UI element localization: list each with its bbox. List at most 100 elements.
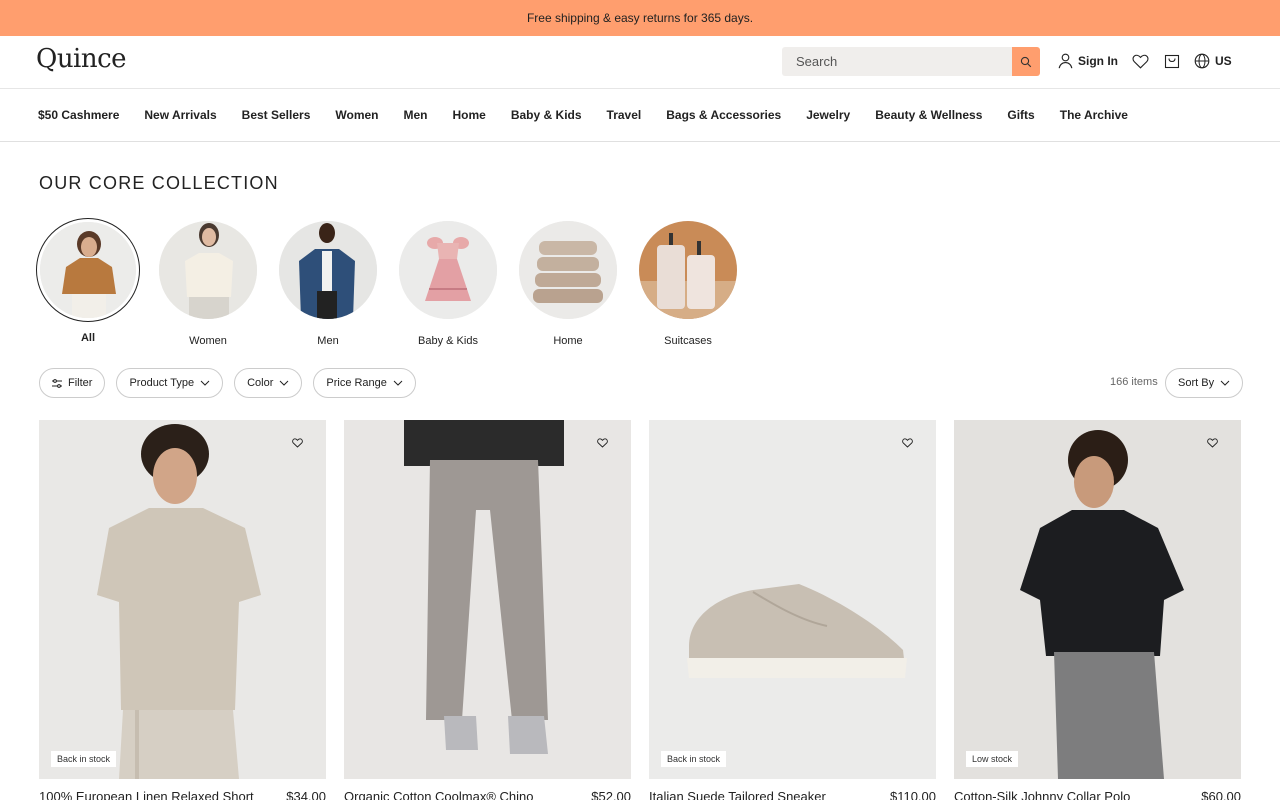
nav-item-gifts[interactable]: Gifts: [1007, 108, 1034, 122]
category-image-frame: [159, 221, 257, 319]
promo-text: Free shipping & easy returns for 365 day…: [526, 11, 754, 25]
category-image-frame: [639, 221, 737, 319]
product-meta: 100% European Linen Relaxed Short $34.00: [39, 789, 326, 800]
category-all-image: [40, 222, 136, 318]
category-home-image: [519, 221, 617, 319]
product-type-dropdown[interactable]: Product Type: [116, 368, 224, 398]
category-image-frame: [36, 218, 140, 322]
nav-item-beauty-wellness[interactable]: Beauty & Wellness: [875, 108, 982, 122]
search-input[interactable]: [782, 47, 1012, 76]
chevron-down-icon: [1220, 380, 1230, 386]
search-icon: [1020, 56, 1032, 67]
nav-item-baby-kids[interactable]: Baby & Kids: [511, 108, 582, 122]
product-meta: Italian Suede Tailored Sneaker $110.00: [649, 789, 936, 800]
nav-item-best-sellers[interactable]: Best Sellers: [242, 108, 311, 122]
color-label: Color: [247, 377, 274, 389]
product-name[interactable]: Organic Cotton Coolmax® Chino: [344, 789, 534, 800]
quince-logo[interactable]: Quince: [36, 44, 127, 74]
nav-item-jewelry[interactable]: Jewelry: [806, 108, 850, 122]
product-meta: Cotton-Silk Johnny Collar Polo $60.00: [954, 789, 1241, 800]
nav-item-new-arrivals[interactable]: New Arrivals: [144, 108, 216, 122]
price-range-dropdown[interactable]: Price Range: [313, 368, 416, 398]
category-suitcases[interactable]: Suitcases: [636, 218, 740, 347]
category-label: Suitcases: [664, 335, 712, 347]
stock-badge: Back in stock: [661, 751, 727, 767]
category-women-image: [159, 221, 257, 319]
product-price: $52.00: [591, 789, 631, 800]
category-all[interactable]: All: [36, 218, 140, 347]
product-card[interactable]: Organic Cotton Coolmax® Chino $52.00: [344, 420, 631, 800]
product-name[interactable]: 100% European Linen Relaxed Short: [39, 789, 254, 800]
heart-icon: [292, 438, 303, 448]
category-baby-kids[interactable]: Baby & Kids: [396, 218, 500, 347]
nav-item-cashmere[interactable]: $50 Cashmere: [38, 108, 119, 122]
color-dropdown[interactable]: Color: [234, 368, 303, 398]
cart-button[interactable]: [1164, 53, 1180, 69]
product-grid: Back in stock 100% European Linen Relaxe…: [39, 420, 1259, 800]
search-bar: [782, 47, 1040, 76]
product-meta: Organic Cotton Coolmax® Chino $52.00: [344, 789, 631, 800]
nav-item-home[interactable]: Home: [453, 108, 486, 122]
items-count: 166 items: [1110, 376, 1158, 388]
favorite-button[interactable]: [597, 438, 611, 452]
category-label: All: [80, 332, 96, 344]
chevron-down-icon: [280, 380, 289, 386]
filter-bar: Filter Product Type Color Price Range: [39, 368, 427, 398]
favorite-button[interactable]: [1207, 438, 1221, 452]
nav-item-archive[interactable]: The Archive: [1060, 108, 1128, 122]
category-label: Women: [189, 335, 227, 347]
region-button[interactable]: US: [1194, 53, 1232, 69]
favorite-button[interactable]: [902, 438, 916, 452]
category-image-frame: [519, 221, 617, 319]
sign-in-button[interactable]: Sign In: [1058, 53, 1118, 69]
globe-icon: [1194, 53, 1210, 69]
nav-item-women[interactable]: Women: [335, 108, 378, 122]
nav-item-men[interactable]: Men: [404, 108, 428, 122]
promo-banner: Free shipping & easy returns for 365 day…: [0, 0, 1280, 36]
chevron-down-icon: [393, 380, 403, 386]
category-label: Men: [317, 335, 339, 347]
filter-button[interactable]: Filter: [39, 368, 106, 398]
product-type-label: Product Type: [129, 377, 195, 389]
nav-item-bags-accessories[interactable]: Bags & Accessories: [666, 108, 781, 122]
product-price: $34.00: [286, 789, 326, 800]
stock-badge: Back in stock: [51, 751, 117, 767]
product-image[interactable]: Back in stock: [39, 420, 326, 779]
category-baby-kids-image: [399, 221, 497, 319]
category-men-image: [279, 221, 377, 319]
category-home[interactable]: Home: [516, 218, 620, 347]
search-button[interactable]: [1012, 47, 1040, 76]
product-image[interactable]: Low stock: [954, 420, 1241, 779]
region-label: US: [1215, 54, 1232, 68]
category-suitcases-image: [639, 221, 737, 319]
heart-icon: [597, 438, 608, 448]
product-card[interactable]: Back in stock 100% European Linen Relaxe…: [39, 420, 326, 800]
product-name[interactable]: Cotton-Silk Johnny Collar Polo: [954, 789, 1130, 800]
sort-by-dropdown[interactable]: Sort By: [1165, 368, 1244, 398]
category-men[interactable]: Men: [276, 218, 380, 347]
product-price: $60.00: [1201, 789, 1241, 800]
wishlist-button[interactable]: [1132, 54, 1149, 69]
shopping-bag-icon: [1164, 54, 1180, 69]
product-image-sneaker: [649, 420, 936, 779]
product-price: $110.00: [889, 789, 936, 800]
user-icon: [1058, 53, 1073, 69]
product-name[interactable]: Italian Suede Tailored Sneaker: [649, 789, 826, 800]
category-label: Baby & Kids: [418, 335, 478, 347]
category-image-frame: [279, 221, 377, 319]
product-image-chino: [344, 420, 631, 779]
nav-item-travel[interactable]: Travel: [607, 108, 642, 122]
product-image[interactable]: [344, 420, 631, 779]
sign-in-label: Sign In: [1078, 54, 1118, 68]
product-card[interactable]: Low stock Cotton-Silk Johnny Collar Polo…: [954, 420, 1241, 800]
product-card[interactable]: Back in stock Italian Suede Tailored Sne…: [649, 420, 936, 800]
product-image-linen-short: [39, 420, 326, 779]
product-image-polo: [954, 420, 1241, 779]
header-actions: Sign In US: [1058, 50, 1232, 72]
category-women[interactable]: Women: [156, 218, 260, 347]
product-image[interactable]: Back in stock: [649, 420, 936, 779]
heart-icon: [902, 438, 913, 448]
favorite-button[interactable]: [292, 438, 306, 452]
page-title: OUR CORE COLLECTION: [39, 173, 279, 193]
price-range-label: Price Range: [326, 377, 387, 389]
